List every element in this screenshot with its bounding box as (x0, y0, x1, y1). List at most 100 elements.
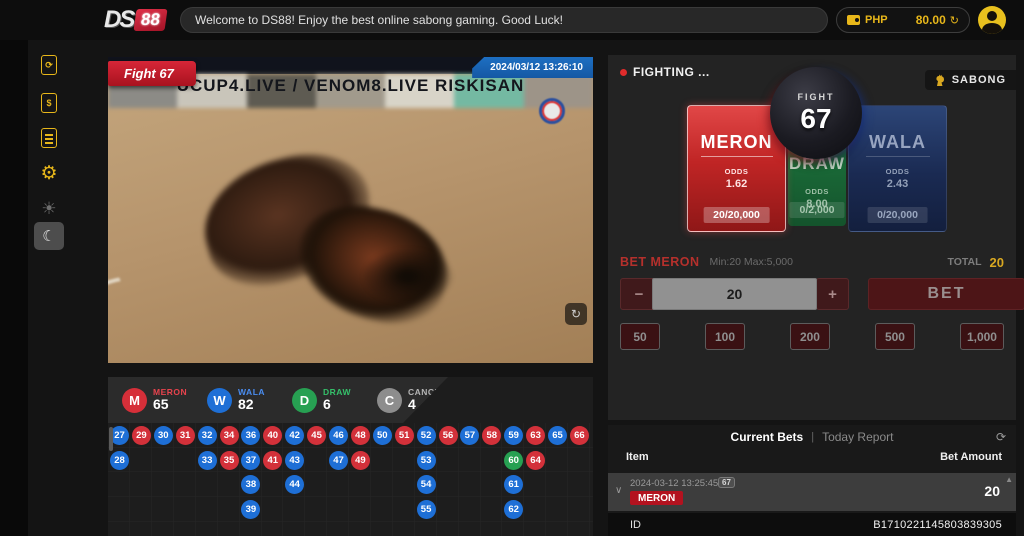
bet-fight-number-badge: 67 (718, 477, 735, 488)
result-cell-58: 58 (482, 426, 501, 445)
settings-gear-icon: ⚙ (40, 164, 57, 183)
result-cell-62: 62 (504, 500, 523, 519)
quick-chips: 50 100 200 500 1,000 (620, 323, 1004, 350)
avatar-head-shape (987, 11, 997, 21)
ds88-logo[interactable]: DS 88 (104, 5, 166, 35)
ds88-sabong-app: ⟳ $ ⚙ ☀ ☾ DS 88 Welcome to DS88! Enjoy t… (0, 0, 1024, 536)
results-panel: MMERON65WWALA82DDRAW6CCANCEL4 2728293031… (108, 377, 593, 536)
bet-limits: Min:20 Max:5,000 (710, 256, 793, 268)
quick-chip-500[interactable]: 500 (875, 323, 915, 350)
light-mode-sun-icon: ☀ (41, 200, 56, 217)
results-summary-header: MMERON65WWALA82DDRAW6CCANCEL4 (108, 377, 448, 423)
result-cell-44: 44 (285, 475, 304, 494)
bets-refresh-icon[interactable]: ⟳ (996, 430, 1006, 444)
bet-records-icon: ⟳ (41, 55, 57, 75)
fight-number: 67 (800, 103, 831, 135)
result-cell-45: 45 (307, 426, 326, 445)
quick-chip-200[interactable]: 200 (790, 323, 830, 350)
summary-count: 4 (408, 397, 446, 412)
top-bar: DS 88 Welcome to DS88! Enjoy the best on… (0, 0, 1024, 40)
tab-current-bets[interactable]: Current Bets (731, 430, 804, 444)
result-cell-63: 63 (526, 426, 545, 445)
place-bet-button[interactable]: BET (868, 278, 1024, 310)
sidebar-item-settings[interactable]: ⚙ (32, 158, 66, 188)
live-video-player[interactable]: UCUP4.LIVE / VENOM8.LIVE RISKISAN Fight … (108, 57, 593, 363)
sidebar-item-cash-records[interactable]: $ (32, 88, 66, 118)
quick-chip-1000[interactable]: 1,000 (960, 323, 1004, 350)
wala-pool: 0/20,000 (867, 207, 928, 223)
video-timestamp-badge: 2024/03/12 13:26:10 (472, 57, 593, 78)
results-scrollbar[interactable] (109, 427, 113, 451)
result-cell-32: 32 (198, 426, 217, 445)
meron-odds-value: 1.62 (688, 178, 785, 190)
quick-chip-50[interactable]: 50 (620, 323, 660, 350)
bet-record-row[interactable]: ∨ 2024-03-12 13:25:45 67 MERON 20 (608, 473, 1016, 511)
summary-count: 82 (238, 397, 265, 412)
result-cell-42: 42 (285, 426, 304, 445)
result-cell-29: 29 (132, 426, 151, 445)
sidebar-item-rules[interactable] (32, 123, 66, 153)
current-bets-panel: Current Bets | Today Report ⟳ Item Bet A… (608, 425, 1016, 536)
wala-bet-card[interactable]: WALA ODDS 2.43 0/20,000 (848, 105, 947, 232)
wala-title: WALA (866, 132, 930, 157)
bet-amount-input[interactable] (652, 278, 817, 310)
result-cell-38: 38 (241, 475, 260, 494)
result-cell-34: 34 (220, 426, 239, 445)
column-item: Item (626, 451, 649, 463)
cash-records-icon: $ (41, 93, 57, 113)
video-settings-button[interactable]: ↻ (565, 303, 587, 325)
sidebar-item-light-mode[interactable]: ☀ (32, 193, 66, 223)
bet-info-bar: BET MERON Min:20 Max:5,000 TOTAL 20 (620, 253, 1004, 271)
summary-cancel: CCANCEL4 (377, 388, 448, 413)
video-emblem-badge (539, 98, 565, 124)
bet-amount-value: 20 (984, 483, 1000, 499)
bet-total-value: 20 (990, 255, 1004, 270)
welcome-text: Welcome to DS88! Enjoy the best online s… (195, 13, 563, 27)
result-cell-40: 40 (263, 426, 282, 445)
result-cell-56: 56 (439, 426, 458, 445)
chevron-down-icon[interactable]: ∨ (615, 485, 622, 496)
bets-scrollbar-arrow[interactable]: ▲ (1005, 475, 1013, 484)
result-cell-61: 61 (504, 475, 523, 494)
meron-pool: 20/20,000 (703, 207, 770, 223)
wallet-balance[interactable]: PHP 80.00 ↻ (836, 7, 970, 33)
bet-side-label: BET MERON (620, 255, 700, 269)
column-bet-amount: Bet Amount (940, 451, 1002, 463)
result-cell-36: 36 (241, 426, 260, 445)
summary-meron: MMERON65 (122, 388, 193, 413)
welcome-marquee: Welcome to DS88! Enjoy the best online s… (180, 7, 828, 33)
summary-count: 6 (323, 397, 351, 412)
result-cell-49: 49 (351, 451, 370, 470)
betting-panel: FIGHTING ... SABONG MERON ODDS 1.62 20/2… (608, 55, 1016, 420)
sidebar: ⟳ $ ⚙ ☀ ☾ (28, 40, 100, 536)
user-avatar[interactable] (978, 6, 1006, 34)
draw-count-icon: D (292, 388, 317, 413)
sidebar-item-bet-records[interactable]: ⟳ (32, 50, 66, 80)
meron-count-icon: M (122, 388, 147, 413)
result-cell-37: 37 (241, 451, 260, 470)
sidebar-item-dark-mode[interactable]: ☾ (32, 221, 66, 251)
avatar-body-shape (982, 23, 1002, 34)
result-cell-46: 46 (329, 426, 348, 445)
bets-tabs: Current Bets | Today Report (608, 425, 1016, 449)
quick-chip-100[interactable]: 100 (705, 323, 745, 350)
result-cell-48: 48 (351, 426, 370, 445)
result-cell-59: 59 (504, 426, 523, 445)
fight-number-ball: FIGHT 67 (770, 67, 862, 159)
result-cell-50: 50 (373, 426, 392, 445)
balance-refresh-icon[interactable]: ↻ (950, 14, 959, 27)
bet-detail-row: ID B1710221145803839305 (608, 513, 1016, 536)
result-cell-33: 33 (198, 451, 217, 470)
bet-total-label: TOTAL (948, 256, 982, 268)
wala-odds-value: 2.43 (849, 178, 946, 190)
left-edge-strip (0, 0, 28, 536)
increase-bet-button[interactable]: + (816, 278, 849, 310)
results-grid: 2728293031323334353637383940414243444546… (108, 423, 593, 536)
rules-icon (41, 128, 57, 148)
meron-title: MERON (701, 132, 773, 157)
tab-divider: | (811, 431, 814, 443)
bet-amount-stepper: − + BET (620, 278, 1004, 310)
result-cell-53: 53 (417, 451, 436, 470)
tab-today-report[interactable]: Today Report (822, 430, 893, 444)
video-scene: UCUP4.LIVE / VENOM8.LIVE RISKISAN (108, 74, 593, 363)
